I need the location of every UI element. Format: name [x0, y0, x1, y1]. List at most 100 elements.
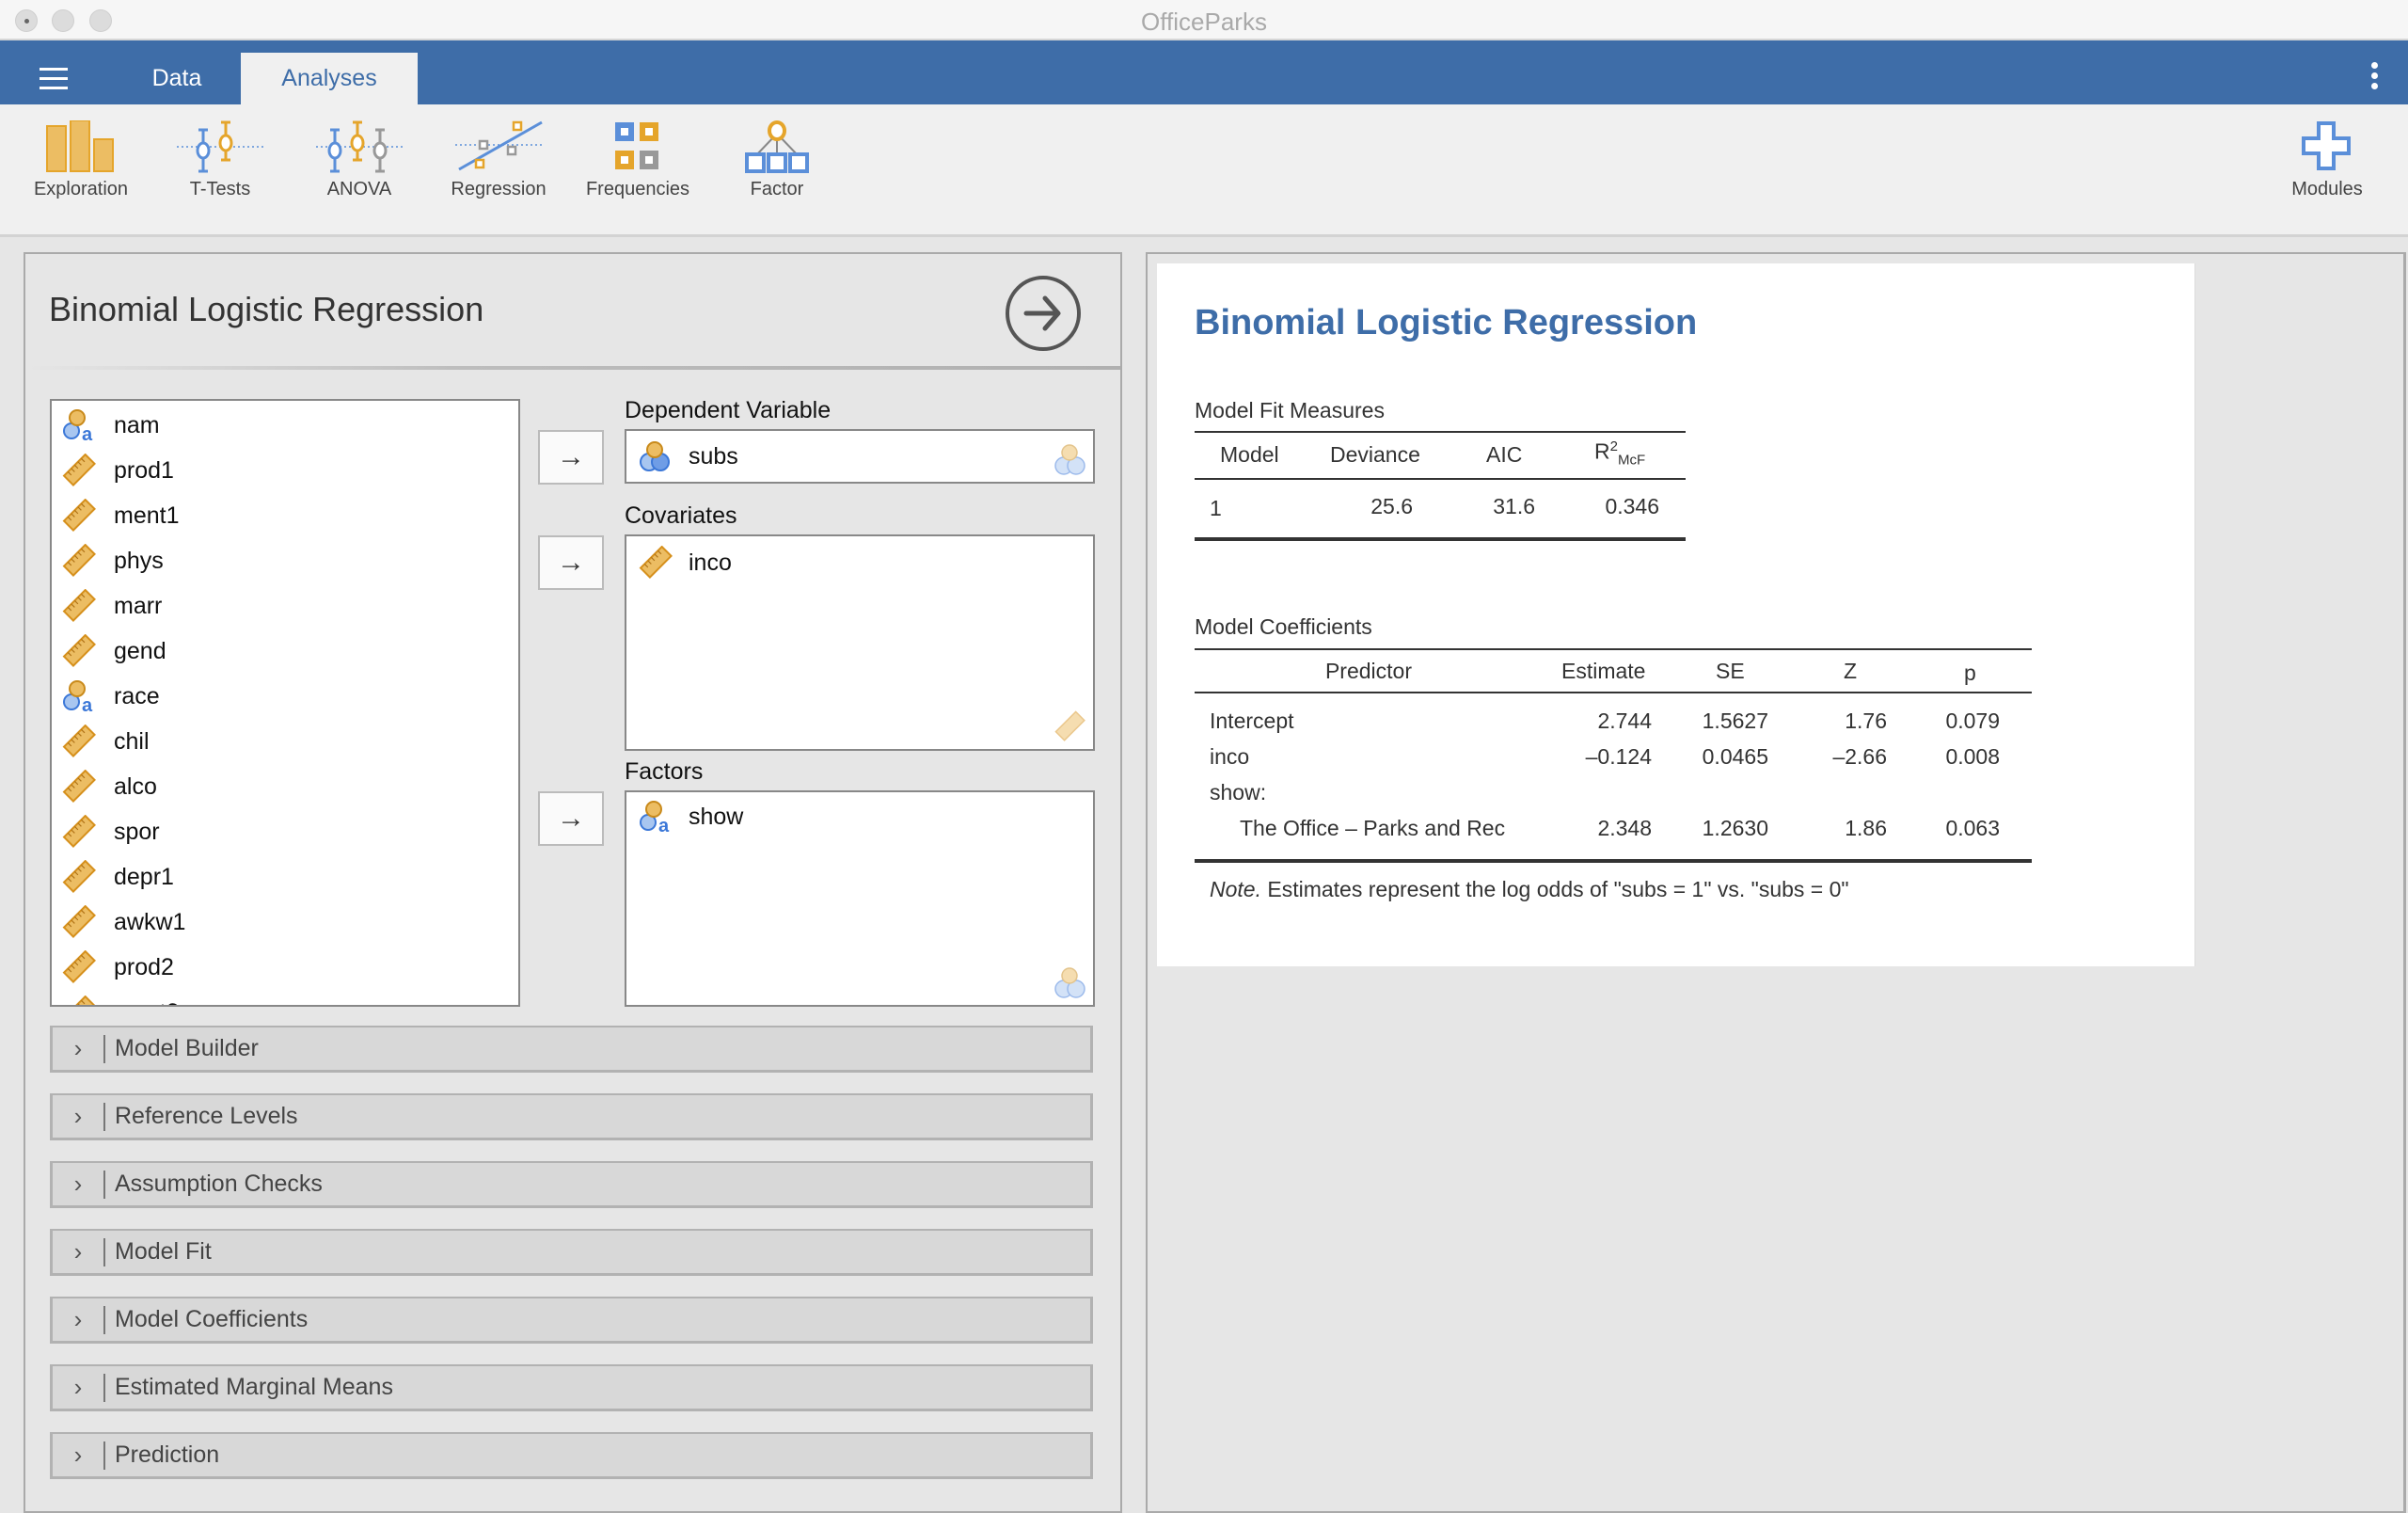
- variable-name: spor: [114, 818, 160, 845]
- section-prediction[interactable]: › Prediction: [50, 1432, 1093, 1479]
- variable-item[interactable]: marr: [61, 585, 162, 627]
- variable-item[interactable]: gend: [61, 630, 166, 672]
- move-to-dependent-button[interactable]: →: [538, 430, 604, 485]
- coef-value-cell: 0.0465: [1702, 744, 1768, 769]
- section-reference-levels[interactable]: › Reference Levels: [50, 1093, 1093, 1140]
- coef-value-cell: 0.079: [1945, 709, 2000, 733]
- dependent-variable-name: subs: [689, 442, 738, 470]
- arrow-right-icon: →: [557, 441, 585, 472]
- nominal-text-variable-icon: a: [638, 800, 677, 836]
- coef-value-cell: 1.76: [1845, 709, 1887, 733]
- covariate-name: inco: [689, 549, 732, 576]
- t-test-icon: [177, 120, 263, 173]
- nominal-text-variable-icon: a: [61, 679, 101, 716]
- toolbar-exploration-button[interactable]: Exploration: [15, 120, 147, 215]
- section-model-builder[interactable]: › Model Builder: [50, 1026, 1093, 1073]
- hamburger-icon[interactable]: [40, 68, 70, 90]
- coef-value-cell: 0.063: [1945, 816, 2000, 840]
- move-to-factors-button[interactable]: →: [538, 791, 604, 846]
- variable-item[interactable]: a race: [61, 676, 160, 717]
- table-rule: [1195, 537, 1686, 541]
- run-analysis-button[interactable]: [1006, 276, 1081, 351]
- section-divider: [103, 1441, 105, 1470]
- toolbar-frequencies-button[interactable]: Frequencies: [572, 120, 704, 215]
- col-header-predictor: Predictor: [1324, 659, 1413, 683]
- move-to-covariates-button[interactable]: →: [538, 535, 604, 590]
- anova-icon: [316, 120, 403, 173]
- section-label: Reference Levels: [115, 1103, 298, 1129]
- coef-value-cell: 1.2630: [1702, 816, 1768, 840]
- superscript: 2: [1609, 438, 1618, 454]
- nominal-text-variable-icon: a: [61, 408, 101, 445]
- toolbar-anova-button[interactable]: ANOVA: [293, 120, 425, 215]
- toolbar-modules-button[interactable]: Modules: [2261, 120, 2393, 215]
- section-label: Model Coefficients: [115, 1306, 309, 1332]
- tab-data[interactable]: Data: [132, 53, 222, 104]
- chevron-right-icon: ›: [73, 1034, 83, 1062]
- toolbar-ttests-button[interactable]: T-Tests: [154, 120, 286, 215]
- section-divider: [103, 1170, 105, 1199]
- section-divider: [103, 1034, 105, 1063]
- toolbar-factor-button[interactable]: Factor: [711, 120, 843, 215]
- variable-name: awkw1: [114, 908, 186, 935]
- variable-item[interactable]: ment1: [61, 495, 179, 536]
- continuous-variable-icon: [61, 724, 101, 758]
- dependent-variable-item[interactable]: subs: [638, 437, 738, 476]
- section-model-coefficients[interactable]: › Model Coefficients: [50, 1297, 1093, 1344]
- bar-chart-icon: [46, 120, 114, 172]
- svg-text:a: a: [82, 695, 93, 713]
- arrow-right-icon: →: [557, 547, 585, 578]
- chevron-right-icon: ›: [73, 1305, 83, 1333]
- toolbar-regression-button[interactable]: Regression: [433, 120, 564, 215]
- variable-item[interactable]: chil: [61, 721, 150, 762]
- toolbar-modules-label: Modules: [2291, 179, 2363, 199]
- coefficients-title: Model Coefficients: [1195, 614, 1372, 639]
- section-divider: [103, 1305, 105, 1334]
- continuous-variable-icon: [61, 904, 101, 939]
- col-header-estimate: Estimate: [1561, 659, 1646, 683]
- variable-item[interactable]: phys: [61, 540, 164, 581]
- chevron-right-icon: ›: [73, 1237, 83, 1266]
- toolbar-factor-label: Factor: [750, 179, 804, 199]
- fit-cell-deviance: 25.6: [1370, 494, 1413, 518]
- variable-name: marr: [114, 592, 163, 619]
- toolbar-anova-label: ANOVA: [326, 179, 392, 199]
- variable-item[interactable]: ment2: [61, 992, 179, 1005]
- frequencies-icon: [615, 122, 658, 169]
- variable-item[interactable]: depr1: [61, 856, 174, 898]
- covariates-box[interactable]: inco: [625, 534, 1095, 751]
- section-estimated-marginal-means[interactable]: › Estimated Marginal Means: [50, 1364, 1093, 1411]
- factor-icon: [745, 120, 809, 173]
- coef-predictor-cell: inco: [1210, 744, 1250, 769]
- section-model-fit[interactable]: › Model Fit: [50, 1229, 1093, 1276]
- variable-item[interactable]: prod1: [61, 450, 174, 491]
- available-variables-list[interactable]: a nam prod1 ment1 phys marr gend a race chil alco s…: [50, 399, 520, 1007]
- svg-text:a: a: [82, 424, 93, 442]
- nominal-drop-hint-icon: [1054, 965, 1087, 999]
- variable-name: prod2: [114, 953, 174, 980]
- variable-item[interactable]: spor: [61, 811, 160, 852]
- factor-item[interactable]: a show: [638, 796, 743, 837]
- continuous-variable-icon: [61, 814, 101, 849]
- table-note: Note. Estimates represent the log odds o…: [1210, 877, 1849, 902]
- factors-label: Factors: [625, 758, 704, 785]
- dependent-variable-box[interactable]: subs: [625, 429, 1095, 484]
- tab-analyses[interactable]: Analyses: [241, 53, 418, 104]
- covariate-item[interactable]: inco: [638, 542, 732, 583]
- results-title: Binomial Logistic Regression: [1195, 303, 1698, 342]
- factors-box[interactable]: a show: [625, 790, 1095, 1007]
- col-header-model: Model: [1220, 442, 1279, 467]
- variable-item[interactable]: prod2: [61, 947, 174, 988]
- note-label: Note.: [1210, 877, 1261, 901]
- regression-icon: [455, 120, 543, 171]
- variable-item[interactable]: alco: [61, 766, 157, 807]
- section-assumption-checks[interactable]: › Assumption Checks: [50, 1161, 1093, 1208]
- variable-name: gend: [114, 637, 166, 664]
- coef-predictor-cell: The Office – Parks and Rec: [1240, 816, 1506, 840]
- coef-value-cell: 2.348: [1597, 816, 1652, 840]
- kebab-menu-icon[interactable]: [2368, 62, 2380, 90]
- variable-item[interactable]: a nam: [61, 405, 160, 446]
- variable-item[interactable]: awkw1: [61, 901, 185, 943]
- variable-name: phys: [114, 547, 164, 574]
- model-fit-title: Model Fit Measures: [1195, 398, 1385, 422]
